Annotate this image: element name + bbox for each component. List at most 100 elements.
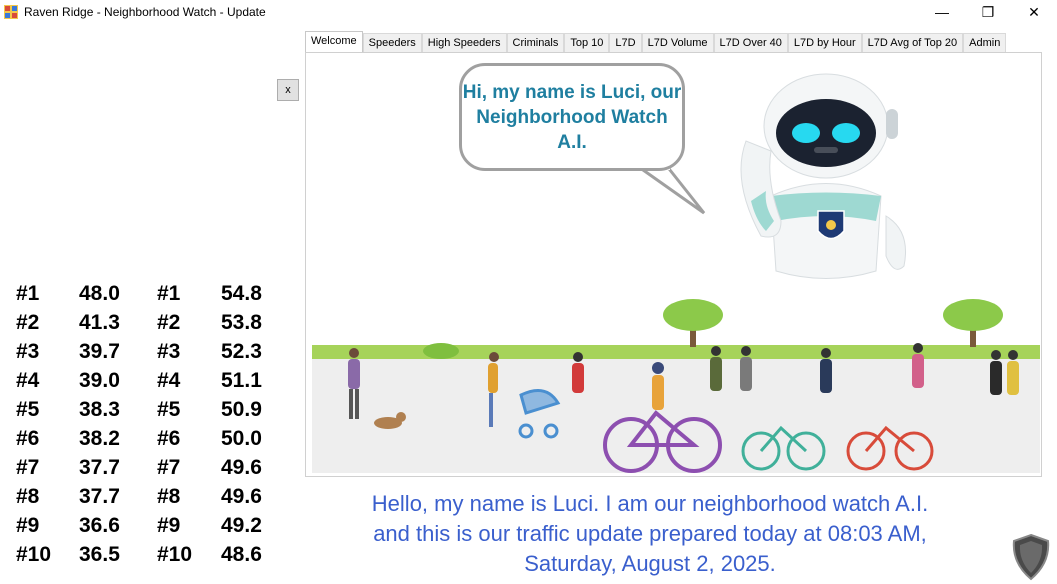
close-icon: ✕: [1028, 3, 1040, 20]
minimize-icon: —: [935, 4, 949, 20]
tree-icon: [943, 299, 1003, 347]
speed-value: 38.3: [79, 398, 120, 421]
tree-icon: [663, 299, 723, 347]
title-bar: Raven Ridge - Neighborhood Watch - Updat…: [0, 0, 1057, 24]
speed-rankings: #1 48.0 #1 54.8 #2 41.3 #2 53.8 #3 39.7 #3 52.3 #4 39…: [16, 282, 296, 572]
speed-value: 36.6: [79, 514, 120, 537]
rank-label: #3: [157, 340, 181, 363]
ranking-row: #4 39.0 #4 51.1: [16, 369, 296, 398]
rank-label: #4: [157, 369, 181, 392]
tab-criminals[interactable]: Criminals: [506, 33, 565, 53]
person-icon: [710, 346, 722, 391]
speed-value: 37.7: [79, 456, 120, 479]
rank-label: #1: [16, 282, 40, 305]
bicycle-icon: [846, 425, 934, 471]
rank-label: #7: [16, 456, 40, 479]
speech-bubble: Hi, my name is Luci, our Neighborhood Wa…: [459, 63, 685, 171]
tab-top-10[interactable]: Top 10: [564, 33, 610, 53]
ranking-row: #1 48.0 #1 54.8: [16, 282, 296, 311]
ranking-row: #8 37.7 #8 49.6: [16, 485, 296, 514]
restore-button[interactable]: ❐: [965, 0, 1011, 24]
rank-label: #6: [16, 427, 40, 450]
tab-l7d-by-hour[interactable]: L7D by Hour: [787, 33, 862, 53]
rank-label: #8: [16, 485, 40, 508]
speed-value: 37.7: [79, 485, 120, 508]
speed-value: 38.2: [79, 427, 120, 450]
bicycle-icon: [603, 410, 722, 473]
ranking-row: #10 36.5 #10 48.6: [16, 543, 296, 572]
tab-l7d-volume[interactable]: L7D Volume: [641, 33, 714, 53]
speed-value: 36.5: [79, 543, 120, 566]
speed-value: 39.7: [79, 340, 120, 363]
welcome-message: Hello, my name is Luci. I am our neighbo…: [300, 489, 1000, 579]
tab-l7d[interactable]: L7D: [609, 33, 642, 53]
speed-value: 39.0: [79, 369, 120, 392]
tab-l7d-avg-of-top-20[interactable]: L7D Avg of Top 20: [861, 33, 964, 53]
rank-label: #9: [157, 514, 181, 537]
stroller-icon: [518, 389, 561, 439]
speed-value: 48.0: [79, 282, 120, 305]
speed-value: 54.8: [221, 282, 262, 305]
speed-value: 51.1: [221, 369, 262, 392]
ranking-row: #6 38.2 #6 50.0: [16, 427, 296, 456]
rank-label: #3: [16, 340, 40, 363]
speed-value: 50.9: [221, 398, 262, 421]
person-icon: [912, 343, 924, 388]
ranking-row: #5 38.3 #5 50.9: [16, 398, 296, 427]
speed-value: 52.3: [221, 340, 262, 363]
people-scene-illustration: [348, 299, 1019, 473]
speed-value: 53.8: [221, 311, 262, 334]
badge-icon: [817, 210, 845, 240]
rank-label: #2: [16, 311, 40, 334]
rank-label: #10: [16, 543, 52, 566]
speed-value: 41.3: [79, 311, 120, 334]
rank-label: #5: [16, 398, 40, 421]
rank-label: #9: [16, 514, 40, 537]
rank-label: #1: [157, 282, 181, 305]
shield-icon: [1012, 533, 1050, 581]
ranking-row: #9 36.6 #9 49.2: [16, 514, 296, 543]
message-line: and this is our traffic update prepared …: [373, 521, 927, 546]
ranking-row: #2 41.3 #2 53.8: [16, 311, 296, 340]
robot-illustration: [740, 73, 906, 279]
person-icon: [572, 352, 584, 393]
bicycle-icon: [741, 425, 826, 471]
person-icon: [820, 348, 832, 393]
person-icon: [1007, 350, 1019, 395]
app-icon: [4, 5, 18, 19]
tab-l7d-over-40[interactable]: L7D Over 40: [713, 33, 788, 53]
window-title: Raven Ridge - Neighborhood Watch - Updat…: [24, 5, 266, 19]
person-icon: [488, 352, 499, 427]
welcome-panel: Hi, my name is Luci, our Neighborhood Wa…: [305, 52, 1042, 477]
person-icon: [652, 362, 664, 410]
speed-value: 49.6: [221, 485, 262, 508]
speed-value: 48.6: [221, 543, 262, 566]
ranking-row: #7 37.7 #7 49.6: [16, 456, 296, 485]
message-line: Hello, my name is Luci. I am our neighbo…: [371, 491, 929, 516]
tab-speeders[interactable]: Speeders: [362, 33, 422, 53]
rank-label: #8: [157, 485, 181, 508]
ranking-row: #3 39.7 #3 52.3: [16, 340, 296, 369]
dog-icon: [374, 412, 406, 429]
close-panel-button[interactable]: x: [277, 79, 299, 101]
person-icon: [740, 346, 752, 391]
speed-value: 50.0: [221, 427, 262, 450]
tab-admin[interactable]: Admin: [963, 33, 1007, 53]
speed-value: 49.2: [221, 514, 262, 537]
speed-value: 49.6: [221, 456, 262, 479]
tab-high-speeders[interactable]: High Speeders: [421, 33, 507, 53]
rank-label: #4: [16, 369, 40, 392]
restore-icon: ❐: [981, 3, 995, 20]
rank-label: #7: [157, 456, 181, 479]
rank-label: #10: [157, 543, 193, 566]
rank-label: #5: [157, 398, 181, 421]
rank-label: #6: [157, 427, 181, 450]
person-icon: [990, 350, 1002, 395]
close-window-button[interactable]: ✕: [1011, 0, 1057, 24]
rank-label: #2: [157, 311, 181, 334]
tab-strip: Welcome Speeders High Speeders Criminals Top…: [305, 31, 1007, 53]
person-icon: [348, 348, 360, 419]
message-line: Saturday, August 2, 2025.: [524, 551, 776, 576]
minimize-button[interactable]: —: [919, 0, 965, 24]
tab-welcome[interactable]: Welcome: [305, 31, 363, 53]
